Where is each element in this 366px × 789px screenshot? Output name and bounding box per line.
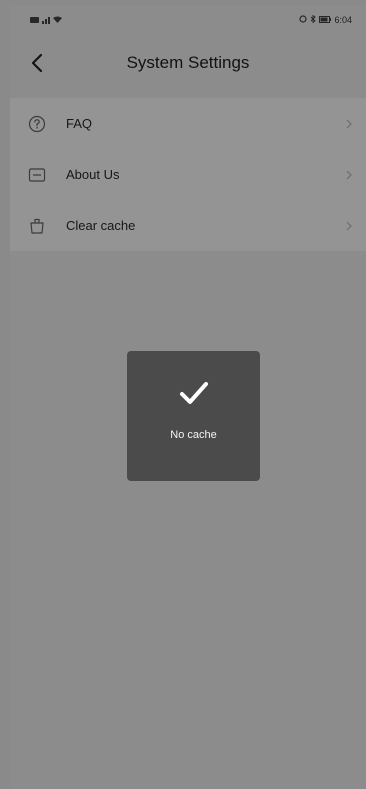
checkmark-icon [179, 382, 208, 404]
toast-message: No cache [170, 429, 217, 441]
app-screen: 6:04 System Settings FAQ About Us Clear … [10, 6, 366, 789]
toast-notification: No cache [127, 351, 260, 481]
